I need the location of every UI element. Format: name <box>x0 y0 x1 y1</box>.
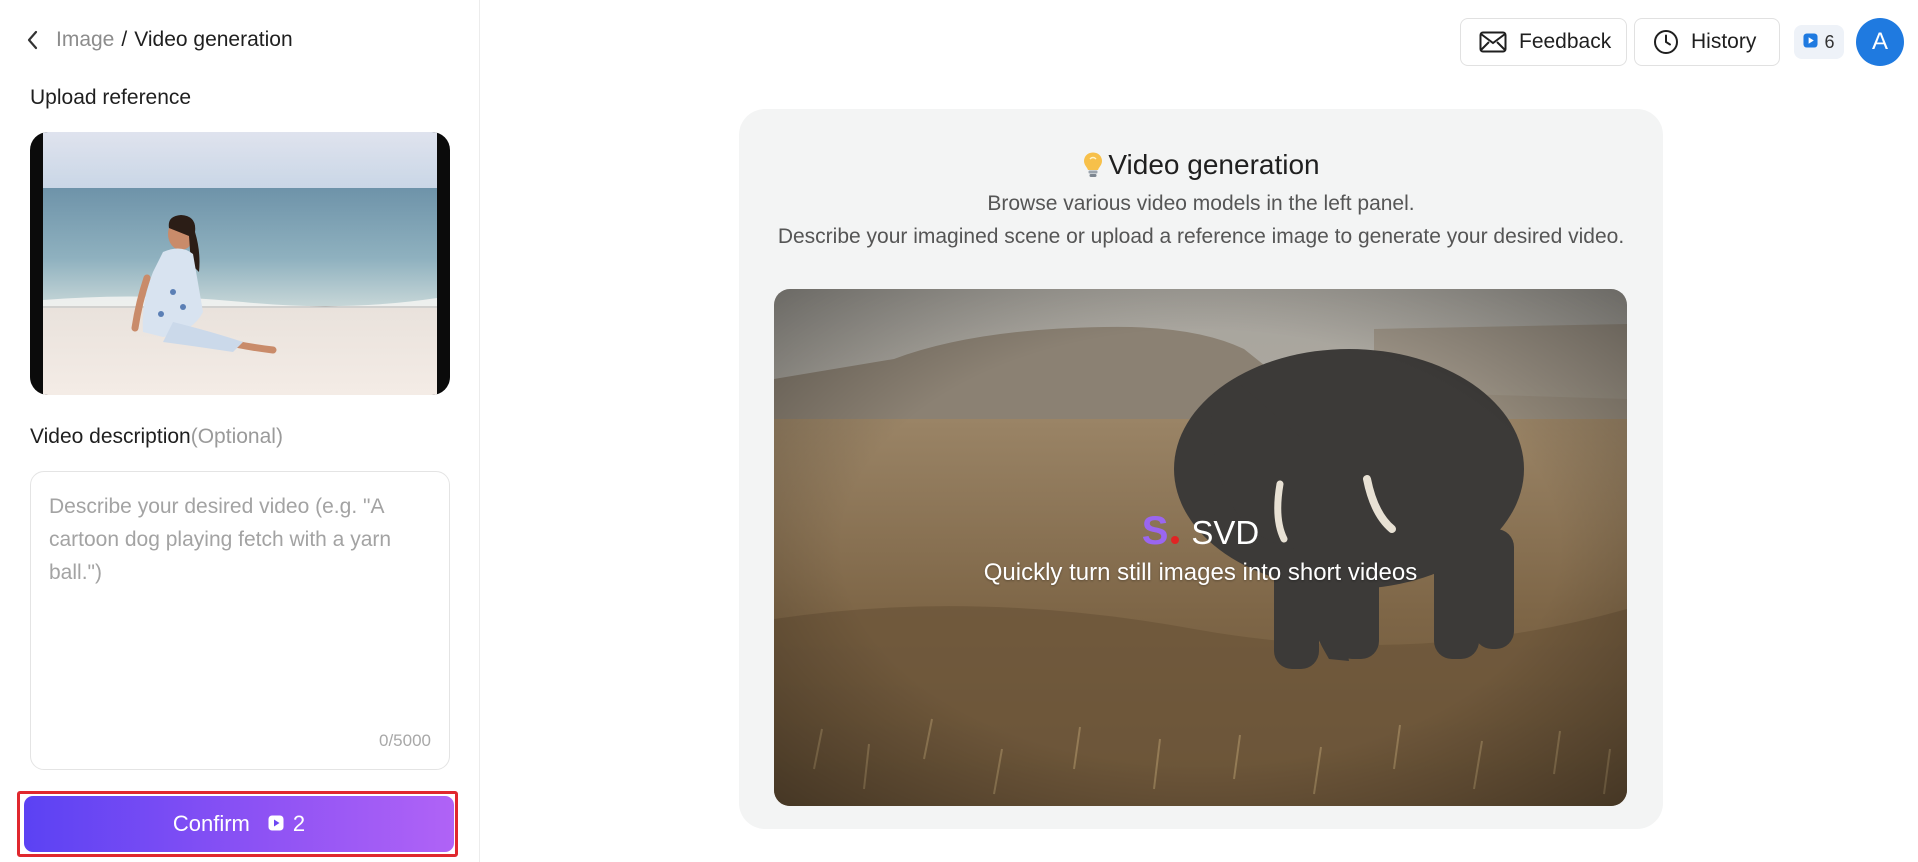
confirm-label: Confirm <box>172 811 250 836</box>
intro-title-text: Video generation <box>1108 149 1320 180</box>
model-name: SVD <box>1191 514 1260 551</box>
play-credit-icon <box>1803 32 1819 53</box>
intro-subtitle-2: Describe your imagined scene or upload a… <box>777 225 1625 248</box>
confirm-cost: 2 <box>268 811 305 837</box>
play-credit-icon <box>268 811 284 837</box>
upload-reference-dropzone[interactable] <box>30 132 450 395</box>
model-tagline: Quickly turn still images into short vid… <box>983 559 1418 586</box>
breadcrumb-parent-link[interactable]: Image <box>56 28 114 52</box>
video-description-input[interactable] <box>49 490 427 710</box>
history-label: History <box>1691 30 1757 53</box>
optional-hint: (Optional) <box>190 425 283 448</box>
breadcrumb: Image / Video generation <box>26 28 293 52</box>
svd-logo-dot <box>1171 536 1180 544</box>
feedback-button[interactable]: Feedback <box>1460 18 1627 66</box>
lightbulb-icon <box>1082 151 1104 179</box>
intro-card: Video generation Browse various video mo… <box>739 109 1663 829</box>
model-logo: S SVD <box>774 509 1627 554</box>
breadcrumb-separator: / <box>121 28 128 51</box>
intro-title: Video generation <box>739 149 1663 181</box>
breadcrumb-current: Video generation <box>134 28 293 51</box>
credit-balance-value: 6 <box>1824 31 1835 52</box>
confirm-button[interactable]: Confirm 2 <box>24 796 454 852</box>
video-description-box: 0/5000 <box>30 471 450 770</box>
user-avatar[interactable]: A <box>1856 18 1904 66</box>
chevron-left-icon[interactable] <box>26 30 40 50</box>
feedback-label: Feedback <box>1519 30 1612 53</box>
clock-icon <box>1653 29 1679 55</box>
video-description-title: Video description <box>30 425 191 448</box>
reference-image <box>43 132 437 395</box>
character-count: 0/5000 <box>379 731 431 750</box>
svd-logo-letter: S <box>1141 509 1169 553</box>
left-panel: Image / Video generation Upload referenc… <box>0 0 480 862</box>
confirm-cost-value: 2 <box>292 811 306 836</box>
credit-balance-badge: 6 <box>1794 25 1844 59</box>
upload-reference-label: Upload reference <box>30 86 192 109</box>
model-preview[interactable]: S SVD Quickly turn still images into shor… <box>774 289 1627 806</box>
history-button[interactable]: History <box>1634 18 1780 66</box>
mail-icon <box>1479 31 1507 53</box>
intro-subtitle-1: Browse various video models in the left … <box>987 192 1415 215</box>
video-description-label: Video description(Optional) <box>30 425 283 449</box>
